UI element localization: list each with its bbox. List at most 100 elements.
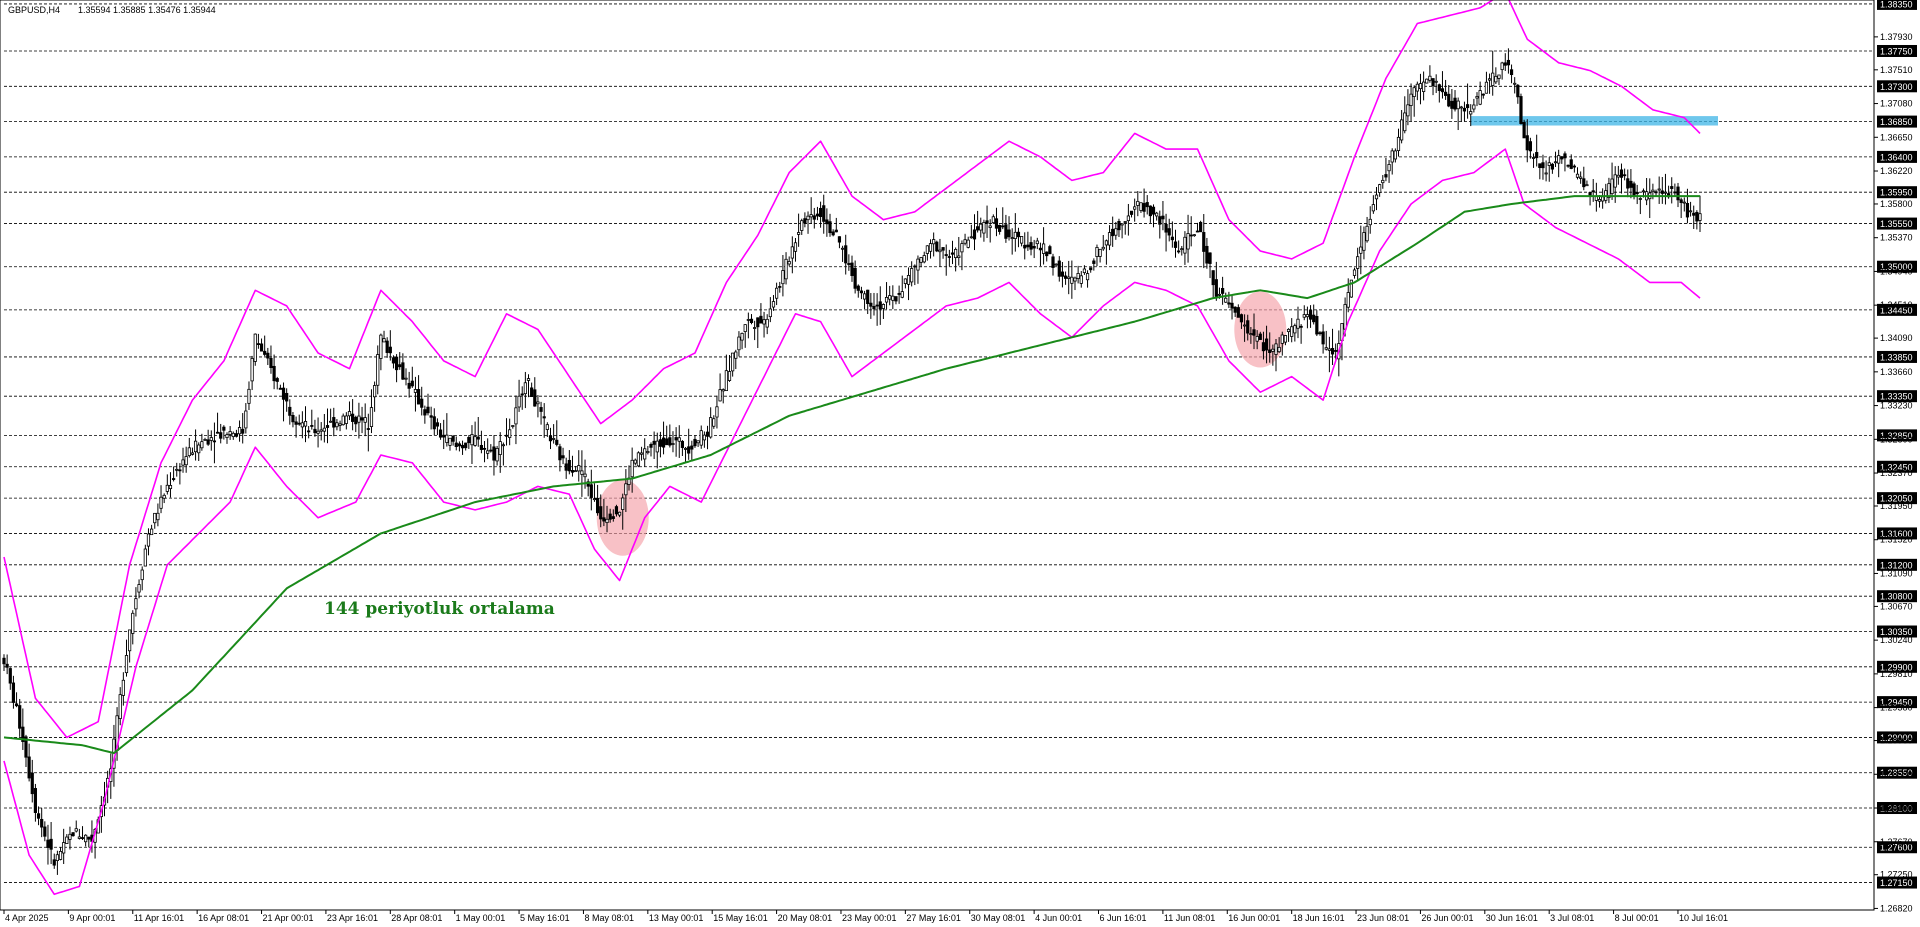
candle-body <box>303 421 308 427</box>
x-tick-label: 5 May 16:01 <box>520 913 570 923</box>
candle-body <box>1343 304 1347 330</box>
candle-body <box>646 451 650 454</box>
candle-body <box>1585 184 1589 187</box>
candle-body <box>33 788 38 813</box>
candle-body <box>1393 150 1397 160</box>
candle-body <box>592 498 597 501</box>
chart-container[interactable]: 1.38350 1.37750 1.37300 1.36850 1.36400 1.359… <box>0 0 1920 927</box>
candle-body <box>906 275 911 285</box>
candle-body <box>1129 210 1134 215</box>
candle-body <box>1321 331 1325 345</box>
candle-body <box>1164 223 1168 233</box>
candle-body <box>1422 81 1426 92</box>
candle-body <box>486 450 490 454</box>
candle-body <box>1167 228 1171 236</box>
candle-body <box>542 416 546 419</box>
y-tick-label: 1.31090 <box>1880 568 1913 578</box>
candle-body <box>784 258 788 280</box>
candle-body <box>1679 199 1683 203</box>
candle-body <box>448 437 452 446</box>
candle-body <box>1173 241 1178 248</box>
candle-body <box>1434 80 1438 83</box>
candle-body <box>184 456 188 466</box>
grid-lines <box>4 3 1874 883</box>
candle-body <box>1352 269 1357 276</box>
candle-body <box>1095 247 1099 257</box>
y-tick-label: 1.35800 <box>1880 199 1913 209</box>
level-label: 1.35550 <box>1880 219 1913 229</box>
candle-body <box>693 438 697 447</box>
candle-body <box>175 468 179 471</box>
candle-body <box>1544 172 1548 175</box>
candle-body <box>1308 310 1313 320</box>
candle-body <box>690 445 694 450</box>
candle-body <box>410 380 414 387</box>
candle-body <box>687 446 691 454</box>
candle-body <box>787 261 791 265</box>
candle-body <box>1673 191 1677 194</box>
candle-body <box>1522 122 1526 139</box>
candle-body <box>1359 246 1363 254</box>
candle-body <box>709 417 713 438</box>
candle-body <box>1547 162 1551 166</box>
candle-body <box>143 548 147 567</box>
y-tick-label: 1.32800 <box>1880 434 1913 444</box>
candle-body <box>225 434 229 438</box>
candle-body <box>1054 263 1058 266</box>
y-tick-label: 1.29810 <box>1880 669 1913 679</box>
y-tick-label: 1.29380 <box>1880 703 1913 713</box>
candle-body <box>969 236 973 239</box>
candle-body <box>1158 216 1162 225</box>
candle-body <box>30 772 34 795</box>
candle-body <box>1484 81 1489 94</box>
candle-body <box>1233 306 1237 313</box>
price-chart[interactable]: 1.38350 1.37750 1.37300 1.36850 1.36400 1.359… <box>0 0 1920 927</box>
candle-body <box>1208 252 1212 264</box>
candle-body <box>552 438 556 440</box>
candle-body <box>1195 230 1200 233</box>
level-label: 1.30800 <box>1880 592 1913 602</box>
candle-body <box>1437 84 1441 91</box>
candle-body <box>1324 347 1328 350</box>
candle-body <box>272 365 276 382</box>
candle-body <box>903 278 907 284</box>
candle-body <box>727 371 732 381</box>
candle-body <box>209 437 213 441</box>
candle-body <box>316 430 320 434</box>
candle-body <box>1513 82 1517 85</box>
candle-body <box>74 828 78 832</box>
candle-body <box>988 225 992 228</box>
candle-body <box>501 444 505 447</box>
candle-body <box>1444 91 1448 96</box>
candle-body <box>250 358 254 382</box>
candle-body <box>1001 225 1005 228</box>
candle-body <box>87 836 91 840</box>
candle-body <box>121 679 125 696</box>
candlestick-series <box>2 48 1702 875</box>
candle-body <box>2 657 6 665</box>
candle-body <box>366 428 370 430</box>
candle-body <box>850 262 854 276</box>
candle-body <box>1060 271 1065 277</box>
candle-body <box>1082 268 1087 274</box>
candle-body <box>1481 93 1485 96</box>
candle-body <box>1120 223 1124 226</box>
candle-body <box>1302 314 1306 318</box>
candle-body <box>84 834 88 843</box>
candle-body <box>259 343 264 352</box>
candle-body <box>862 293 867 300</box>
highlight-ellipse <box>1234 291 1287 368</box>
candle-body <box>253 333 257 362</box>
candle-body <box>18 705 22 729</box>
candle-body <box>910 268 914 283</box>
candle-body <box>897 293 901 295</box>
candle-body <box>1286 328 1291 333</box>
candle-body <box>1525 135 1529 151</box>
candle-body <box>1594 196 1598 201</box>
candle-body <box>884 296 889 303</box>
candle-body <box>420 398 424 408</box>
candle-body <box>1516 84 1520 98</box>
candle-body <box>803 218 807 224</box>
candle-body <box>580 470 584 475</box>
candle-body <box>530 387 534 397</box>
